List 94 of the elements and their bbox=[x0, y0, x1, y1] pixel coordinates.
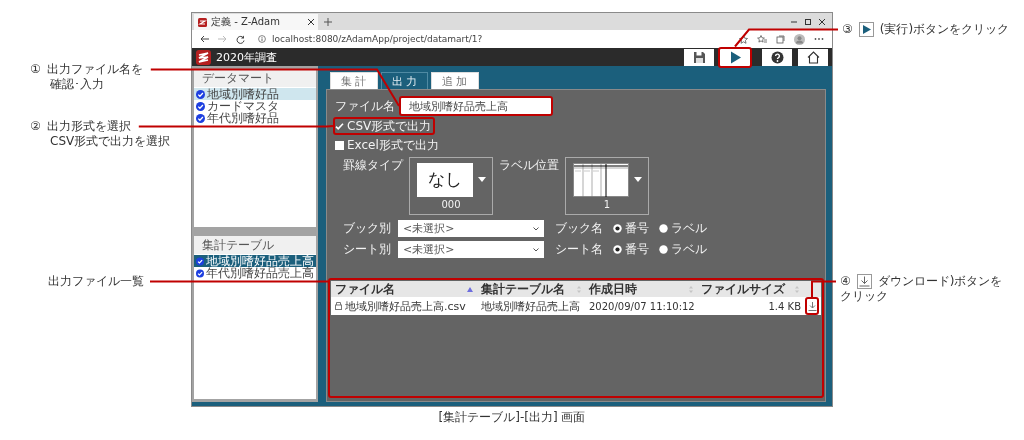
home-button[interactable] bbox=[798, 48, 828, 66]
checkbox[interactable] bbox=[335, 121, 344, 131]
close-icon[interactable] bbox=[308, 19, 314, 25]
table-cell: 地域別嗜好品売上高.csv bbox=[345, 298, 466, 314]
column-header[interactable]: ファイルサイズ bbox=[697, 281, 803, 298]
column-header[interactable]: 作成日時 bbox=[585, 281, 697, 298]
table-cell: 2020/09/07 11:10:12 bbox=[589, 300, 695, 312]
checkbox-option[interactable]: CSV形式で出力 bbox=[335, 119, 434, 133]
highlight-frame bbox=[718, 46, 752, 68]
preview-text: なし bbox=[416, 162, 473, 197]
radio-option[interactable]: ラベル bbox=[659, 241, 707, 258]
sidebar-item[interactable]: カードマスタ bbox=[194, 100, 316, 112]
help-icon bbox=[770, 50, 784, 64]
field-label: 罫線タイプ bbox=[343, 157, 403, 174]
radio-option[interactable]: 番号 bbox=[613, 241, 649, 258]
play-icon bbox=[858, 22, 874, 37]
annotation-text: (実行)ボタンをクリック bbox=[879, 22, 1010, 37]
check-icon bbox=[196, 256, 204, 266]
style-picker[interactable]: 1 bbox=[565, 157, 649, 215]
reload-icon[interactable] bbox=[236, 34, 245, 44]
table-cell: 1.4 KB bbox=[768, 300, 801, 312]
field-label: ラベル位置 bbox=[499, 157, 559, 174]
help-button[interactable] bbox=[762, 48, 792, 66]
column-header[interactable]: ファイル名 bbox=[331, 281, 477, 298]
play-icon bbox=[728, 50, 742, 64]
table-row[interactable]: 地域別嗜好品売上高.csv 地域別嗜好品売上高 2020/09/07 11:10:12 1.4 KB bbox=[331, 297, 821, 315]
download-button[interactable] bbox=[807, 299, 817, 313]
field-label: シート別 bbox=[342, 241, 391, 258]
annotation-text: CSV形式で出力を選択 bbox=[49, 134, 171, 149]
info-icon bbox=[258, 35, 266, 43]
grid-preview-drawing bbox=[572, 162, 629, 197]
tab[interactable]: 出 力 bbox=[380, 72, 428, 89]
field-label: ブック別 bbox=[342, 220, 391, 237]
maximize-icon[interactable] bbox=[804, 17, 812, 26]
tab[interactable]: 追 加 bbox=[431, 72, 479, 89]
address-field[interactable]: localhost:8080/zAdamApp/project/datamart/1? bbox=[254, 31, 730, 47]
table-cell: 地域別嗜好品売上高 bbox=[481, 298, 580, 314]
field-label: シート名 bbox=[554, 241, 603, 258]
annotation-text: 確認･入力 bbox=[49, 77, 105, 92]
chevron-icon bbox=[533, 247, 539, 252]
home-icon bbox=[806, 50, 820, 64]
collections-icon[interactable] bbox=[776, 34, 785, 44]
logo-icon bbox=[196, 49, 211, 65]
radio-option[interactable]: 番号 bbox=[613, 220, 649, 237]
sidebar-item[interactable]: 年代別嗜好品売上高 bbox=[194, 267, 316, 279]
plus-icon[interactable] bbox=[324, 17, 332, 26]
caret-icon bbox=[477, 177, 486, 182]
radio-option[interactable]: ラベル bbox=[659, 220, 707, 237]
annotation-text: 出力形式を選択 bbox=[46, 119, 131, 134]
download-icon bbox=[856, 274, 872, 289]
radio-button[interactable] bbox=[659, 245, 668, 254]
step-number: ④ bbox=[840, 274, 851, 289]
step-number: ③ bbox=[842, 22, 853, 37]
radio-button[interactable] bbox=[613, 245, 622, 254]
annotation-text: 出力ファイル一覧 bbox=[48, 274, 144, 289]
figure-caption: [集計テーブル]-[出力] 画面 bbox=[437, 409, 587, 426]
annotation-text: クリック bbox=[840, 289, 889, 304]
close-icon[interactable] bbox=[818, 17, 826, 26]
download-icon bbox=[807, 301, 817, 311]
column-header[interactable]: 集計テーブル名 bbox=[477, 281, 585, 298]
picker-value: 000 bbox=[441, 198, 461, 210]
radio-button[interactable] bbox=[613, 224, 622, 233]
style-picker[interactable]: なし 000 bbox=[409, 157, 493, 215]
floppy-icon bbox=[692, 50, 706, 64]
sidebar-item[interactable]: 地域別嗜好品 bbox=[194, 88, 316, 100]
panel-title: 集計テーブル bbox=[194, 236, 316, 254]
field-label: ファイル名 bbox=[335, 97, 395, 115]
browser-tab[interactable]: 定義 - Z-Adam bbox=[194, 14, 318, 30]
radio-button[interactable] bbox=[659, 224, 668, 233]
leader-line bbox=[811, 280, 837, 298]
back-icon[interactable] bbox=[200, 35, 209, 43]
picker-value: 1 bbox=[603, 198, 611, 210]
step-number: ② bbox=[30, 119, 41, 134]
more-icon[interactable] bbox=[814, 37, 824, 41]
save-button[interactable] bbox=[684, 48, 714, 66]
checkbox[interactable] bbox=[335, 140, 344, 150]
star-icon[interactable] bbox=[739, 34, 748, 44]
sidebar-item[interactable]: 年代別嗜好品 bbox=[194, 112, 316, 124]
chevron-icon bbox=[533, 226, 539, 231]
favorites-icon[interactable] bbox=[757, 34, 767, 44]
sidebar-item[interactable]: 地域別嗜好品売上高 bbox=[194, 255, 316, 267]
annotation-text: 出力ファイル名を bbox=[46, 62, 143, 77]
app-title: 2020年調査 bbox=[216, 49, 277, 65]
logo-icon bbox=[198, 17, 207, 27]
field-label: ブック名 bbox=[554, 220, 603, 237]
checkbox-option[interactable]: Excel形式で出力 bbox=[335, 138, 441, 152]
step-number: ① bbox=[30, 62, 41, 77]
tab[interactable]: 集 計 bbox=[330, 72, 378, 89]
annotation-text: ダウンロード)ボタンを bbox=[877, 274, 1003, 289]
dropdown[interactable]: <未選択> bbox=[398, 220, 544, 237]
dropdown[interactable]: <未選択> bbox=[398, 241, 544, 258]
avatar-icon[interactable] bbox=[794, 33, 805, 45]
caret-icon bbox=[633, 177, 642, 182]
file-name-field[interactable]: 地域別嗜好品売上高 bbox=[401, 98, 551, 114]
